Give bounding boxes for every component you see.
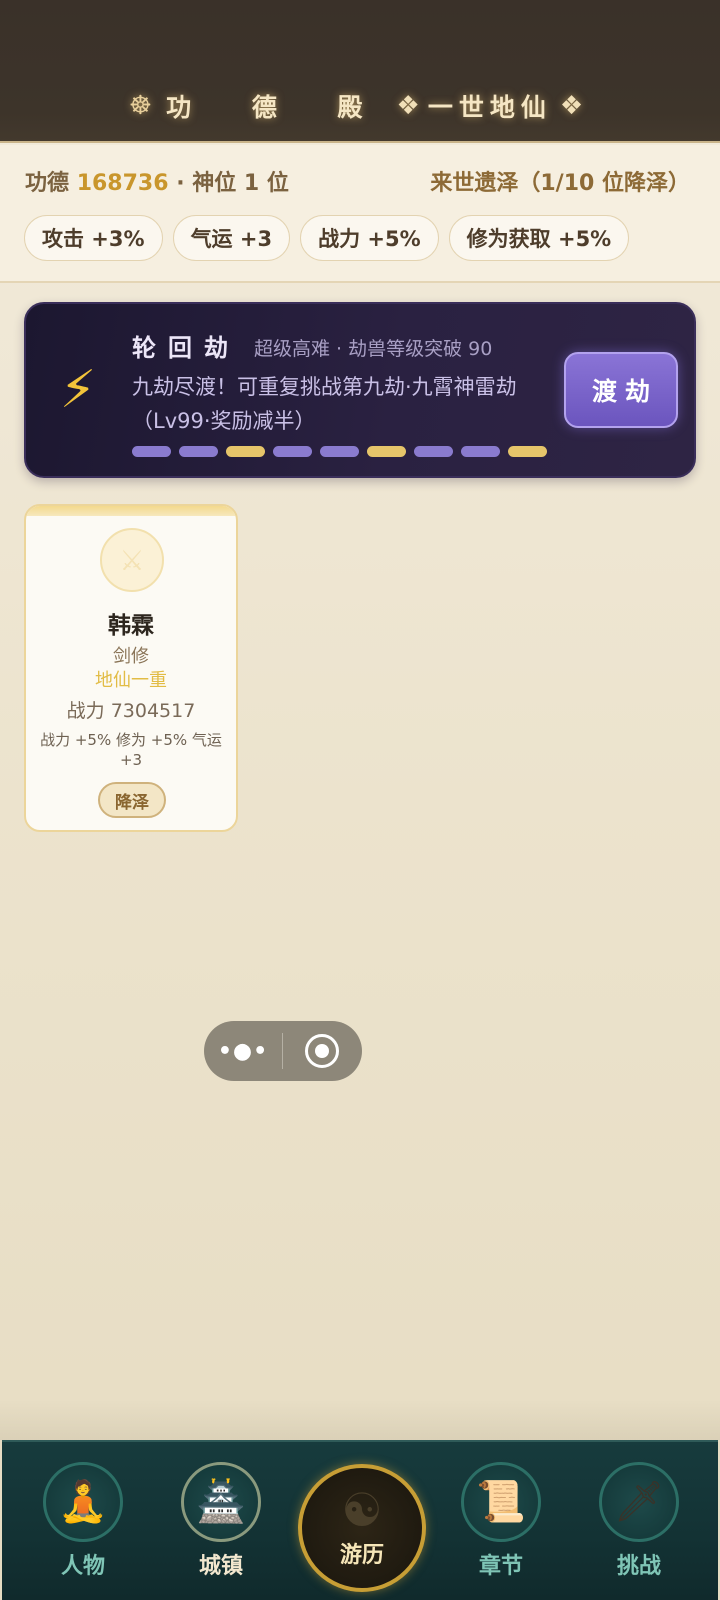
bonus-chip-luck: 气运 +3: [172, 215, 291, 261]
character-card[interactable]: ⚔ 韩霖 剑修 地仙一重 战力 7304517 战力 +5% 修为 +5% 气运…: [24, 504, 238, 832]
nav-item-character[interactable]: 🧘 人物: [38, 1462, 128, 1580]
nav-fade: [0, 1400, 720, 1440]
progress-dot-purple: [414, 446, 453, 457]
progress-dot-purple: [320, 446, 359, 457]
character-class: 剑修: [113, 646, 149, 667]
scroll-icon: 📜: [461, 1462, 541, 1542]
merit-stats-panel: 功德 168736 · 神位 1 位 来世遗泽（1/10 位降泽） 攻击 +3%…: [0, 145, 720, 283]
nav-item-town[interactable]: 🏯 城镇: [176, 1462, 266, 1580]
progress-dot-gold: [226, 446, 265, 457]
character-name: 韩霖: [108, 613, 154, 639]
progress-dot-purple: [461, 446, 500, 457]
tribulation-description: 九劫尽渡！可重复挑战第九劫·九霄神雷劫（Lv99·奖励减半）: [132, 375, 517, 433]
tribulation-subtitle: 超级高难 · 劫兽等级突破 90: [254, 338, 493, 360]
merit-summary: 功德 168736 · 神位 1 位: [25, 165, 289, 197]
rank-text: · 神位 1 位: [176, 171, 289, 196]
bonus-chip-attack: 攻击 +3%: [24, 215, 163, 261]
progress-dot-gold: [367, 446, 406, 457]
lightning-icon: ⚡: [59, 360, 97, 420]
bonus-chips: 攻击 +3% 气运 +3 战力 +5% 修为获取 +5%: [24, 215, 630, 261]
header-bar: ☸ 功 德 殿 ❖ 一世地仙 ❖: [0, 0, 720, 143]
page-title: ☸ 功 德 殿 ❖ 一世地仙 ❖: [0, 86, 720, 126]
character-icon: 🧘: [43, 1462, 123, 1542]
miniprogram-capsule: •●•: [204, 1021, 362, 1081]
card-top-accent: [26, 506, 236, 516]
close-target-icon[interactable]: [283, 1021, 361, 1081]
nav-label-town: 城镇: [198, 1554, 243, 1579]
cross-tribulation-button[interactable]: 渡劫: [564, 352, 678, 428]
progress-dot-purple: [273, 446, 312, 457]
more-dots-icon[interactable]: •●•: [204, 1021, 282, 1081]
bottom-nav: 🧘 人物 🏯 城镇 ☯ 游历 📜 章节 🗡 挑战: [2, 1440, 718, 1600]
bless-button[interactable]: 降泽: [98, 782, 166, 818]
progress-dot-purple: [179, 446, 218, 457]
nav-label-challenge: 挑战: [616, 1554, 661, 1579]
nav-item-travel[interactable]: ☯ 游历: [298, 1464, 426, 1592]
tribulation-title: 轮回劫: [132, 334, 240, 362]
dharma-wheel-icon: ☸: [128, 91, 153, 121]
character-realm: 地仙一重: [95, 670, 167, 691]
merit-value: 168736: [76, 171, 169, 196]
nav-item-challenge[interactable]: 🗡 挑战: [594, 1462, 684, 1580]
hall-title: 功 德 殿: [166, 93, 389, 122]
character-bonus: 战力 +5% 修为 +5% 气运 +3: [40, 731, 222, 769]
yin-yang-icon: ☯: [341, 1483, 383, 1537]
tribulation-card: ⚡ 轮回劫 超级高难 · 劫兽等级突破 90 九劫尽渡！可重复挑战第九劫·九霄神…: [24, 302, 696, 478]
sword-icon: 🗡: [599, 1462, 679, 1542]
diamond-sparkle-icon: ❖: [559, 91, 584, 121]
diamond-sparkle-icon: ❖: [396, 91, 420, 121]
realm-title: 一世地仙: [427, 93, 552, 122]
nav-label-travel: 游历: [339, 1543, 384, 1568]
tribulation-progress: [132, 446, 547, 457]
progress-dot-gold: [508, 446, 547, 457]
bonus-chip-power: 战力 +5%: [300, 215, 439, 261]
progress-dot-purple: [132, 446, 171, 457]
town-icon: 🏯: [181, 1462, 261, 1542]
character-power: 战力 7304517: [66, 700, 196, 722]
merit-line: 功德 168736 · 神位 1 位 来世遗泽（1/10 位降泽）: [25, 165, 690, 197]
crossed-swords-icon: ⚔: [100, 528, 164, 592]
nav-item-chapter[interactable]: 📜 章节: [456, 1462, 546, 1580]
bonus-chip-cultivation: 修为获取 +5%: [448, 215, 630, 261]
nav-label-character: 人物: [60, 1554, 105, 1579]
nav-label-chapter: 章节: [478, 1554, 523, 1579]
legacy-text: 来世遗泽（1/10 位降泽）: [430, 171, 690, 196]
merit-label: 功德: [25, 171, 70, 196]
